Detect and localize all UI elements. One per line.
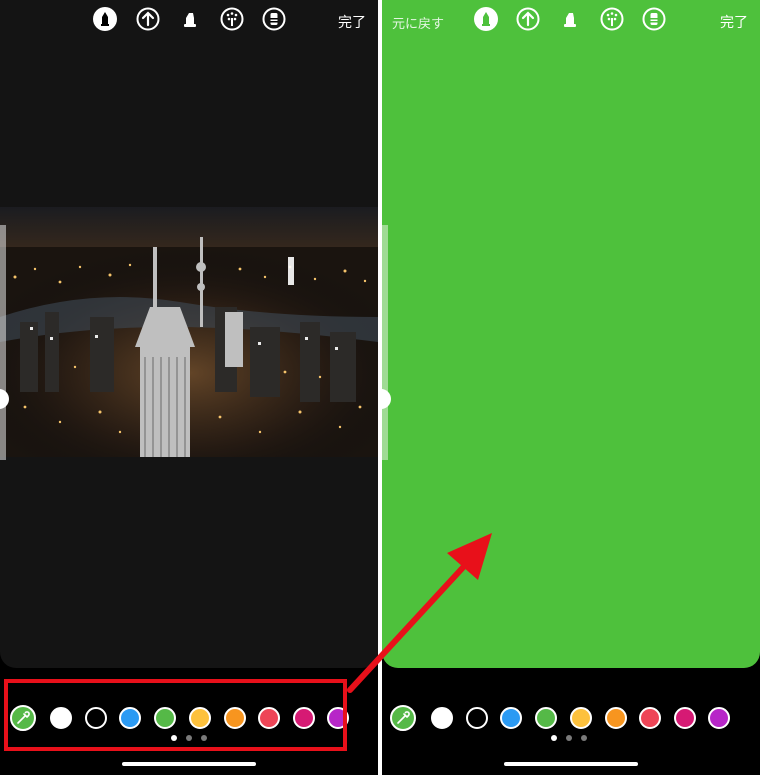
- done-button[interactable]: 完了: [720, 12, 748, 32]
- palette-highlight-box: [4, 679, 347, 751]
- arrow-up-icon[interactable]: [516, 7, 540, 31]
- sparkle-pen-icon[interactable]: [600, 7, 624, 31]
- color-swatch-green[interactable]: [535, 707, 557, 729]
- left-screen: 完了: [0, 0, 378, 775]
- eraser-icon[interactable]: [642, 7, 666, 31]
- page-dot[interactable]: [581, 735, 587, 741]
- marker-icon[interactable]: [178, 7, 202, 31]
- color-swatch-orange[interactable]: [605, 707, 627, 729]
- color-swatch-black[interactable]: [466, 707, 488, 729]
- color-swatch-blue[interactable]: [500, 707, 522, 729]
- done-button[interactable]: 完了: [338, 12, 366, 32]
- drawing-toolbar: 完了: [0, 0, 378, 40]
- color-palette: [382, 704, 760, 734]
- right-screen: 元に戻す 完了: [382, 0, 760, 775]
- drawing-toolbar: 元に戻す 完了: [382, 0, 760, 40]
- home-indicator[interactable]: [504, 762, 638, 766]
- page-dot[interactable]: [566, 735, 572, 741]
- pen-icon[interactable]: [93, 7, 117, 31]
- brush-size-slider-handle[interactable]: [382, 389, 391, 409]
- color-swatch-white[interactable]: [431, 707, 453, 729]
- text-size-slider-track[interactable]: [382, 225, 388, 460]
- color-swatch-pink[interactable]: [674, 707, 696, 729]
- story-canvas-filled[interactable]: [382, 0, 760, 668]
- city-night-photo: [0, 207, 378, 457]
- story-canvas[interactable]: [0, 0, 378, 668]
- color-swatch-yellow[interactable]: [570, 707, 592, 729]
- sparkle-pen-icon[interactable]: [220, 7, 244, 31]
- marker-icon[interactable]: [558, 7, 582, 31]
- palette-page-dots: [382, 735, 760, 743]
- eraser-icon[interactable]: [262, 7, 286, 31]
- home-indicator[interactable]: [122, 762, 256, 766]
- text-size-slider-track[interactable]: [0, 225, 6, 460]
- eyedropper-icon[interactable]: [390, 705, 416, 731]
- arrow-up-icon[interactable]: [136, 7, 160, 31]
- undo-button[interactable]: 元に戻す: [392, 13, 444, 32]
- page-dot-active[interactable]: [551, 735, 557, 741]
- pen-icon[interactable]: [474, 7, 498, 31]
- color-swatch-red[interactable]: [639, 707, 661, 729]
- color-swatch-purple[interactable]: [708, 707, 730, 729]
